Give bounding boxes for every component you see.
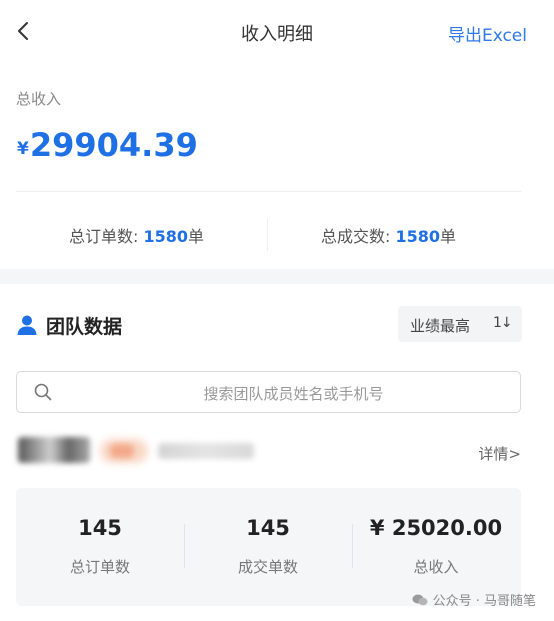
total-income-amount: ¥29904.39 [17, 126, 198, 164]
member-tag-redacted-inner [110, 444, 134, 458]
wechat-icon [412, 594, 428, 605]
sort-button[interactable]: 业绩最高 1↓ [398, 306, 522, 342]
total-deals-stat: 总成交数: 1580单 [321, 223, 456, 247]
member-deals-label: 成交单数 [237, 558, 298, 576]
watermark-text: 公众号 · 马哥随笔 [432, 594, 536, 609]
export-excel-button[interactable]: 导出Excel [448, 21, 527, 46]
order-stats-row: 总订单数: 1580单 总成交数: 1580单 [0, 219, 554, 251]
total-deals-value: 1580 [395, 227, 441, 246]
search-placeholder: 搜索团队成员姓名或手机号 [203, 385, 384, 403]
section-separator [0, 269, 554, 284]
member-phone-redacted [158, 443, 254, 459]
member-orders-value: 145 [78, 516, 122, 540]
total-deals-unit: 单 [440, 227, 457, 246]
total-orders-label: 总订单数: [69, 227, 139, 246]
total-orders-value: 1580 [143, 227, 189, 246]
member-income-stat: ¥ 25020.00 总收入 [352, 516, 520, 577]
total-deals-label: 总成交数: [321, 227, 391, 246]
member-summary-card: 145 总订单数 145 成交单数 ¥ 25020.00 总收入 [16, 488, 521, 606]
stats-divider [267, 219, 268, 251]
member-deals-value: 145 [246, 516, 290, 540]
total-income-value: 29904.39 [29, 126, 198, 164]
member-deals-stat: 145 成交单数 [184, 516, 352, 577]
member-name-redacted [18, 437, 90, 463]
member-detail-link[interactable]: 详情> [478, 443, 521, 464]
member-orders-stat: 145 总订单数 [16, 516, 184, 577]
total-orders-stat: 总订单数: 1580单 [69, 223, 204, 247]
currency-symbol: ¥ [17, 139, 29, 159]
member-orders-label: 总订单数 [69, 558, 130, 576]
total-orders-unit: 单 [188, 227, 205, 246]
sort-label: 业绩最高 [410, 317, 471, 335]
sort-order-icon: 1↓ [493, 315, 513, 331]
total-income-label: 总收入 [16, 90, 62, 108]
team-data-title: 团队数据 [46, 316, 123, 338]
member-search-input[interactable]: 搜索团队成员姓名或手机号 [16, 371, 521, 413]
member-income-label: 总收入 [413, 558, 459, 576]
user-icon [17, 315, 37, 335]
watermark: 公众号 · 马哥随笔 [412, 590, 536, 609]
member-income-value: ¥ 25020.00 [369, 516, 503, 540]
member-item: 详情> [16, 433, 521, 473]
top-bar: 收入明细 导出Excel [0, 0, 554, 64]
divider [16, 191, 521, 192]
